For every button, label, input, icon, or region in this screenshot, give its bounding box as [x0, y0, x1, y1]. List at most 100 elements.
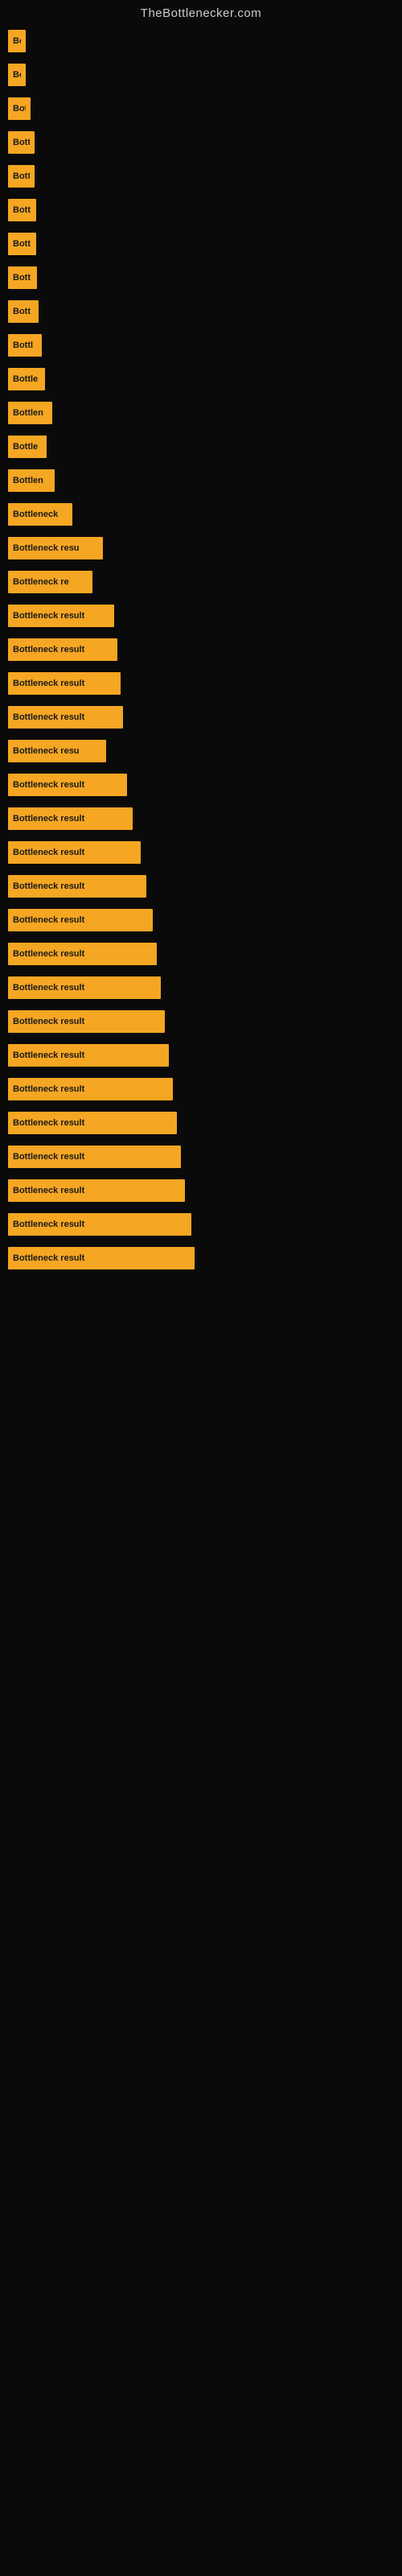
- bar-row: Bottleneck result: [0, 904, 402, 936]
- result-bar: Bottle: [8, 368, 45, 390]
- result-bar: Bottleneck result: [8, 875, 146, 898]
- bar-label: Bottleneck result: [13, 611, 84, 621]
- bar-row: Bottleneck result: [0, 1208, 402, 1241]
- result-bar: Bottleneck result: [8, 1179, 185, 1202]
- bar-row: Bott: [0, 160, 402, 192]
- bar-label: Bott: [13, 138, 30, 147]
- bar-row: Bottleneck result: [0, 1174, 402, 1207]
- result-bar: Bo: [8, 64, 26, 86]
- bar-label: Bott: [13, 307, 31, 316]
- bar-row: Bottleneck result: [0, 1005, 402, 1038]
- bar-row: Bott: [0, 295, 402, 328]
- result-bar: Bottleneck result: [8, 1078, 173, 1100]
- bar-label: Bot: [13, 104, 26, 114]
- result-bar: Bottleneck result: [8, 1112, 177, 1134]
- result-bar: Bottleneck result: [8, 943, 157, 965]
- bar-row: Bo: [0, 25, 402, 57]
- bar-row: Bottlen: [0, 397, 402, 429]
- result-bar: Bott: [8, 266, 37, 289]
- bar-label: Bott: [13, 273, 31, 283]
- bar-label: Bottleneck result: [13, 1152, 84, 1162]
- bar-row: Bottleneck: [0, 498, 402, 530]
- bar-row: Bottle: [0, 363, 402, 395]
- result-bar: Bottleneck resu: [8, 740, 106, 762]
- bar-label: Bottleneck resu: [13, 746, 80, 756]
- bar-row: Bottleneck resu: [0, 532, 402, 564]
- result-bar: Bott: [8, 233, 36, 255]
- bar-row: Bott: [0, 126, 402, 159]
- bar-label: Bottleneck result: [13, 1253, 84, 1263]
- bar-row: Bottleneck result: [0, 972, 402, 1004]
- bar-row: Bottlen: [0, 464, 402, 497]
- result-bar: Bott: [8, 165, 35, 188]
- result-bar: Bottleneck: [8, 503, 72, 526]
- result-bar: Bottlen: [8, 469, 55, 492]
- bar-label: Bott: [13, 239, 31, 249]
- bar-label: Bottleneck: [13, 510, 58, 519]
- result-bar: Bottleneck result: [8, 1146, 181, 1168]
- result-bar: Bott: [8, 300, 39, 323]
- bar-label: Bottleneck result: [13, 983, 84, 993]
- bar-row: Bott: [0, 228, 402, 260]
- result-bar: Bottle: [8, 436, 47, 458]
- result-bar: Bot: [8, 97, 31, 120]
- result-bar: Bottlen: [8, 402, 52, 424]
- result-bar: Bottleneck result: [8, 605, 114, 627]
- bar-row: Bottleneck result: [0, 769, 402, 801]
- bar-label: Bottlen: [13, 408, 43, 418]
- bar-label: Bottle: [13, 374, 38, 384]
- result-bar: Bottleneck result: [8, 1044, 169, 1067]
- bar-row: Bottleneck result: [0, 836, 402, 869]
- bar-row: Bottleneck resu: [0, 735, 402, 767]
- bar-label: Bottl: [13, 341, 33, 350]
- bar-label: Bottleneck result: [13, 848, 84, 857]
- result-bar: Bo: [8, 30, 26, 52]
- bar-row: Bo: [0, 59, 402, 91]
- result-bar: Bottleneck result: [8, 672, 121, 695]
- bar-label: Bottleneck result: [13, 1051, 84, 1060]
- bar-label: Bottleneck result: [13, 1084, 84, 1094]
- bar-label: Bottleneck result: [13, 1220, 84, 1229]
- result-bar: Bottleneck re: [8, 571, 92, 593]
- bar-row: Bottleneck result: [0, 1073, 402, 1105]
- bar-label: Bottleneck result: [13, 949, 84, 959]
- bar-row: Bott: [0, 194, 402, 226]
- result-bar: Bottleneck result: [8, 1213, 191, 1236]
- bar-row: Bottl: [0, 329, 402, 361]
- bar-label: Bottleneck result: [13, 915, 84, 925]
- result-bar: Bottleneck result: [8, 976, 161, 999]
- bar-label: Bottleneck result: [13, 1186, 84, 1195]
- bar-label: Bottleneck resu: [13, 543, 80, 553]
- result-bar: Bottleneck result: [8, 807, 133, 830]
- bar-row: Bottle: [0, 431, 402, 463]
- result-bar: Bott: [8, 199, 36, 221]
- bar-row: Bot: [0, 93, 402, 125]
- bar-label: Bottlen: [13, 476, 43, 485]
- result-bar: Bottleneck result: [8, 841, 141, 864]
- bar-row: Bottleneck re: [0, 566, 402, 598]
- result-bar: Bottleneck result: [8, 909, 153, 931]
- bar-label: Bottleneck result: [13, 645, 84, 654]
- result-bar: Bottleneck result: [8, 1247, 195, 1269]
- bar-row: Bottleneck result: [0, 803, 402, 835]
- bar-row: Bottleneck result: [0, 1039, 402, 1071]
- bar-label: Bo: [13, 36, 21, 46]
- result-bar: Bottleneck resu: [8, 537, 103, 559]
- bar-row: Bottleneck result: [0, 870, 402, 902]
- result-bar: Bottleneck result: [8, 706, 123, 729]
- bar-row: Bottleneck result: [0, 1242, 402, 1274]
- bar-row: Bottleneck result: [0, 701, 402, 733]
- bar-label: Bo: [13, 70, 21, 80]
- bar-row: Bottleneck result: [0, 938, 402, 970]
- result-bar: Bottleneck result: [8, 638, 117, 661]
- bar-label: Bottleneck result: [13, 780, 84, 790]
- site-title: TheBottlenecker.com: [0, 0, 402, 23]
- bar-row: Bottleneck result: [0, 1107, 402, 1139]
- bar-label: Bott: [13, 205, 31, 215]
- bar-label: Bottleneck result: [13, 814, 84, 824]
- bar-row: Bottleneck result: [0, 1141, 402, 1173]
- bar-row: Bottleneck result: [0, 634, 402, 666]
- bar-row: Bott: [0, 262, 402, 294]
- bar-label: Bott: [13, 171, 30, 181]
- bar-label: Bottleneck result: [13, 881, 84, 891]
